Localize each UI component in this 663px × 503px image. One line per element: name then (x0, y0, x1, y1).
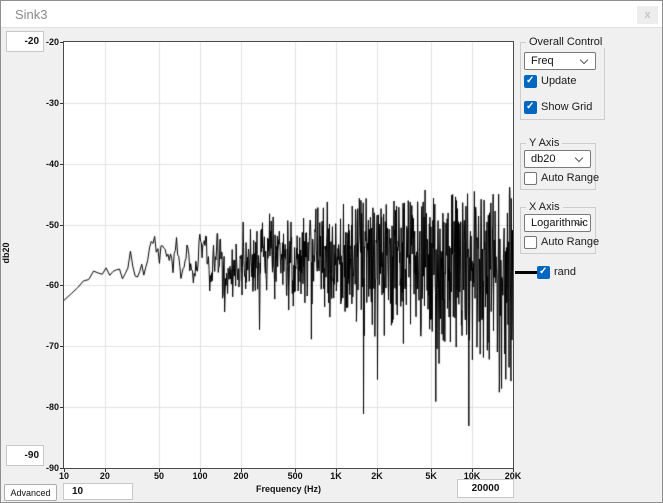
y-axis-title: db20 (1, 221, 11, 285)
x-tick-mark (472, 469, 473, 472)
y-tick-label: -40 (31, 159, 59, 169)
y-tick-label: -30 (31, 98, 59, 108)
x-axis-dropdown[interactable]: Logarithmic (524, 214, 591, 232)
advanced-button[interactable]: Advanced (4, 484, 57, 501)
x-tick-label: 1K (330, 471, 342, 481)
x-tick-mark (64, 469, 65, 472)
x-tick-mark (200, 469, 201, 472)
window-title: Sink3 (15, 7, 48, 22)
x-tick-label: 200 (233, 471, 248, 481)
x-tick-mark (241, 469, 242, 472)
update-checkbox-label: Update (541, 75, 576, 87)
y-axis-dropdown[interactable]: db20 (524, 150, 591, 168)
sink-plot-window: Sink3 x Advanced 10 20 50 100 200 500 1K 2K 5K 10… (0, 0, 663, 503)
x-tick-label: 10K (464, 471, 481, 481)
y-tick-mark (60, 103, 63, 104)
x-tick-label: 5K (425, 471, 437, 481)
x-tick-mark (336, 469, 337, 472)
y-tick-label: -70 (31, 341, 59, 351)
overall-control-dropdown[interactable]: Freq (524, 52, 596, 70)
spectrum-plot-canvas[interactable] (64, 42, 513, 468)
x-max-field[interactable] (457, 479, 514, 498)
x-auto-range-checkbox[interactable] (524, 236, 537, 249)
legend-series-label: rand (554, 266, 576, 278)
y-auto-range-checkbox[interactable] (524, 172, 537, 185)
x-tick-label: 100 (193, 471, 208, 481)
x-tick-label: 10 (59, 471, 69, 481)
x-tick-mark (431, 469, 432, 472)
y-tick-label: -50 (31, 220, 59, 230)
overall-control-dropdown-value: Freq (531, 55, 554, 67)
show-grid-checkbox[interactable] (524, 101, 537, 114)
x-tick-mark (105, 469, 106, 472)
y-tick-label: -20 (31, 37, 59, 47)
y-tick-mark (60, 346, 63, 347)
y-tick-label: -90 (31, 463, 59, 473)
show-grid-checkbox-label: Show Grid (541, 101, 592, 113)
y-tick-mark (60, 407, 63, 408)
x-tick-label: 20K (505, 471, 522, 481)
x-axis-title: Frequency (Hz) (181, 484, 396, 494)
x-tick-mark (295, 469, 296, 472)
y-axis-group-title: Y Axis (526, 137, 562, 149)
y-tick-mark (60, 42, 63, 43)
chevron-down-icon (575, 154, 583, 162)
x-tick-mark (513, 469, 514, 472)
titlebar: Sink3 x (1, 1, 662, 28)
close-icon[interactable]: x (637, 6, 658, 24)
x-tick-label: 2K (371, 471, 383, 481)
y-tick-mark (60, 225, 63, 226)
overall-control-group-title: Overall Control (526, 36, 605, 48)
x-tick-label: 20 (100, 471, 110, 481)
legend-rand-checkbox[interactable] (537, 266, 550, 279)
legend-line-swatch (515, 271, 537, 274)
x-axis-group-title: X Axis (526, 201, 563, 213)
y-axis-dropdown-value: db20 (531, 153, 555, 165)
x-tick-label: 500 (288, 471, 303, 481)
x-tick-mark (159, 469, 160, 472)
y-tick-mark (60, 468, 63, 469)
plot-frame (63, 41, 514, 469)
x-auto-range-checkbox-label: Auto Range (541, 236, 599, 248)
y-tick-mark (60, 285, 63, 286)
y-tick-label: -80 (31, 402, 59, 412)
chevron-down-icon (580, 56, 588, 64)
y-auto-range-checkbox-label: Auto Range (541, 172, 599, 184)
y-tick-label: -60 (31, 280, 59, 290)
x-tick-mark (377, 469, 378, 472)
x-tick-label: 50 (154, 471, 164, 481)
x-min-field[interactable] (63, 483, 133, 500)
update-checkbox[interactable] (524, 75, 537, 88)
y-tick-mark (60, 164, 63, 165)
